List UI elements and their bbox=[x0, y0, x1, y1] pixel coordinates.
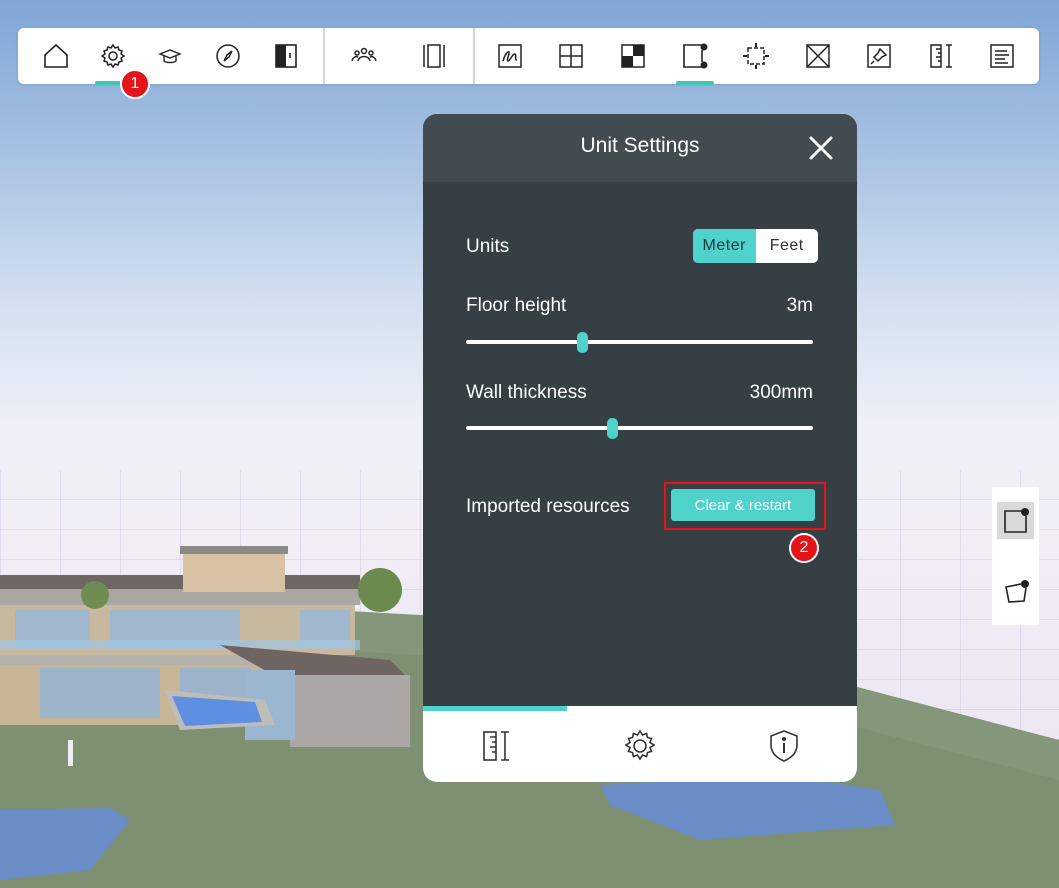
close-button[interactable] bbox=[805, 132, 837, 164]
drawing-active-indicator bbox=[676, 81, 714, 85]
people-icon[interactable] bbox=[344, 36, 384, 76]
floor-height-value: 3m bbox=[786, 295, 813, 316]
units-label: Units bbox=[466, 236, 510, 257]
floor-height-slider[interactable] bbox=[466, 332, 813, 353]
node-polygon-icon[interactable] bbox=[997, 573, 1034, 610]
annotation-badge: 1 bbox=[120, 69, 150, 99]
graduation-cap-icon[interactable] bbox=[150, 36, 190, 76]
home-icon[interactable] bbox=[36, 36, 76, 76]
list-icon[interactable] bbox=[982, 36, 1022, 76]
main-toolbar bbox=[18, 28, 1039, 85]
node-square-icon[interactable] bbox=[997, 502, 1034, 539]
floor-height-label: Floor height bbox=[466, 295, 567, 316]
units-toggle: Meter Feet bbox=[693, 229, 818, 263]
select-square-icon[interactable] bbox=[736, 36, 776, 76]
wall-thickness-value: 300mm bbox=[749, 382, 813, 403]
panel-title: Unit Settings bbox=[580, 134, 700, 157]
compass-icon[interactable] bbox=[208, 36, 248, 76]
unit-option-meter[interactable]: Meter bbox=[693, 229, 756, 263]
panel-header: Unit Settings bbox=[423, 114, 857, 182]
wall-thickness-slider[interactable] bbox=[466, 418, 813, 439]
annotation-badge: 2 bbox=[789, 533, 819, 563]
gear-icon[interactable] bbox=[618, 724, 662, 768]
ruler-icon[interactable] bbox=[921, 36, 961, 76]
ruler-icon[interactable] bbox=[473, 724, 517, 768]
toolbar-separator bbox=[473, 28, 475, 84]
cross-box-icon[interactable] bbox=[798, 36, 838, 76]
footer-active-indicator bbox=[423, 706, 567, 711]
panel-footer-tabs bbox=[423, 706, 857, 782]
side-toolbar bbox=[992, 487, 1039, 625]
scribble-icon[interactable] bbox=[490, 36, 530, 76]
slider-thumb[interactable] bbox=[606, 418, 618, 439]
unit-settings-panel: Unit Settings Units Meter Feet Floor hei… bbox=[423, 114, 857, 782]
close-icon bbox=[809, 136, 833, 160]
imported-resources-label: Imported resources bbox=[466, 496, 630, 517]
node-square-icon[interactable] bbox=[675, 36, 715, 76]
slider-track bbox=[466, 340, 813, 344]
unit-option-feet[interactable]: Feet bbox=[756, 229, 819, 263]
column-icon[interactable] bbox=[414, 36, 454, 76]
clear-restart-button[interactable]: Clear & restart bbox=[671, 489, 815, 521]
wall-thickness-label: Wall thickness bbox=[466, 382, 587, 403]
slider-thumb[interactable] bbox=[577, 332, 589, 353]
shield-info-icon[interactable] bbox=[762, 724, 806, 768]
grid-cross-icon[interactable] bbox=[551, 36, 591, 76]
slider-track bbox=[466, 426, 813, 430]
toolbar-separator bbox=[323, 28, 325, 84]
door-panel-icon[interactable] bbox=[266, 36, 306, 76]
house-model bbox=[0, 546, 410, 747]
pin-box-icon[interactable] bbox=[859, 36, 899, 76]
checker-icon[interactable] bbox=[613, 36, 653, 76]
